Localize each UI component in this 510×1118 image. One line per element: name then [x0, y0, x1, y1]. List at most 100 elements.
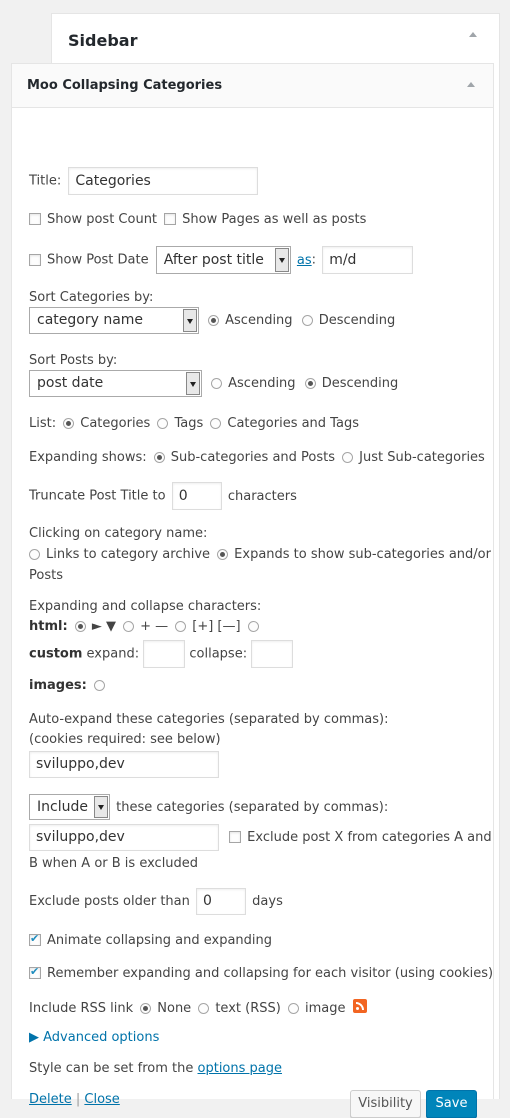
show-post-count-checkbox[interactable]	[29, 213, 41, 225]
truncate-label: Truncate Post Title to	[29, 488, 166, 504]
style-note-row: Style can be set from the options page	[29, 1061, 282, 1076]
autoexpand-note: (cookies required: see below)	[29, 732, 221, 747]
date-format-input[interactable]: m/d	[322, 246, 414, 274]
sort-posts-ascending-radio[interactable]	[211, 378, 223, 389]
show-post-date-checkbox[interactable]	[29, 253, 41, 266]
remember-checkbox[interactable]	[29, 965, 41, 979]
exclude-older-label: Exclude posts older than	[29, 894, 190, 909]
sidebar-header[interactable]: Sidebar	[52, 14, 499, 64]
chars-triangles-label: ► ▼	[91, 619, 116, 634]
sort-categories-row: category name Ascending Descending	[29, 307, 395, 334]
remember-label: Remember expanding and collapsing for ea…	[47, 966, 494, 981]
sort-posts-descending-radio[interactable]	[304, 378, 316, 389]
include-row: Include these categories (separated by c…	[29, 794, 388, 820]
collapse-arrow-icon[interactable]	[469, 32, 477, 37]
sort-posts-row: post date Ascending Descending	[29, 370, 398, 397]
list-both-radio[interactable]	[210, 418, 222, 429]
remember-row: Remember expanding and collapsing for ea…	[29, 965, 494, 981]
ascending-label: Ascending	[225, 313, 293, 328]
rss-none-label: None	[157, 1001, 192, 1016]
include-label: these categories (separated by commas):	[116, 799, 389, 815]
characters-label: characters	[227, 488, 297, 504]
post-date-position-value: After post title	[163, 252, 264, 268]
widget-toggle-arrow-icon[interactable]	[467, 82, 475, 87]
ascending-label: Ascending	[228, 376, 296, 391]
sort-posts-select[interactable]: post date	[29, 370, 202, 397]
images-row: images:	[29, 678, 111, 693]
clicking-links-radio[interactable]	[29, 549, 40, 560]
clicking-options-row: Links to category archive Expands to sho…	[29, 547, 491, 562]
descending-label: Descending	[318, 313, 396, 328]
chars-images-radio[interactable]	[93, 680, 105, 691]
animate-row: Animate collapsing and expanding	[29, 932, 272, 948]
rss-image-radio[interactable]	[287, 1003, 299, 1014]
rss-row: Include RSS link None text (RSS) image	[29, 999, 367, 1016]
title-input[interactable]: Categories	[68, 167, 259, 195]
list-row: List: Categories Tags Categories and Tag…	[29, 416, 359, 431]
post-count-row: Show post Count Show Pages as well as po…	[29, 212, 366, 227]
clicking-expands-radio[interactable]	[217, 549, 229, 560]
chars-custom-radio[interactable]	[247, 621, 259, 632]
list-label: List:	[29, 416, 57, 431]
chars-plusminus-radio[interactable]	[123, 621, 135, 632]
visibility-button[interactable]: Visibility	[350, 1090, 421, 1118]
exclude-older-input[interactable]: 0	[196, 888, 247, 915]
custom-expand-input[interactable]	[143, 640, 186, 668]
advanced-options-label[interactable]: ▶ Advanced options	[29, 1030, 159, 1045]
rss-label: Include RSS link	[29, 1001, 134, 1016]
dropdown-arrow-icon	[186, 372, 200, 395]
delete-link[interactable]: Delete	[29, 1092, 72, 1107]
show-post-count-label: Show post Count	[47, 212, 158, 227]
expanding-sub-and-posts-label: Sub-categories and Posts	[170, 450, 336, 465]
html-label: html:	[29, 619, 68, 634]
as-colon: :	[311, 252, 317, 268]
save-button[interactable]: Save	[426, 1090, 477, 1118]
custom-collapse-input[interactable]	[251, 640, 294, 668]
autoexpand-input[interactable]: sviluppo,dev	[29, 751, 219, 778]
title-label: Title:	[29, 173, 62, 189]
exclude-post-label: Exclude post X from categories A and	[247, 830, 492, 845]
expand-label: expand:	[86, 646, 140, 662]
widget-header[interactable]: Moo Collapsing Categories	[12, 64, 493, 108]
exclude-post-checkbox[interactable]	[229, 831, 242, 843]
show-pages-label: Show Pages as well as posts	[182, 212, 367, 227]
include-select[interactable]: Include	[29, 794, 110, 820]
chars-plusminus-label: + —	[140, 619, 169, 634]
include-categories-input[interactable]: sviluppo,dev	[29, 824, 219, 851]
list-categories-radio[interactable]	[63, 418, 75, 429]
chars-brackets-radio[interactable]	[175, 621, 187, 632]
clicking-links-label: Links to category archive	[46, 547, 211, 562]
images-label: images:	[29, 678, 87, 693]
sort-categories-descending-radio[interactable]	[301, 315, 313, 326]
list-tags-radio[interactable]	[157, 418, 169, 429]
show-pages-checkbox[interactable]	[164, 213, 177, 225]
expanding-just-sub-radio[interactable]	[342, 452, 354, 463]
options-page-link[interactable]: options page	[198, 1061, 282, 1076]
days-label: days	[252, 894, 283, 909]
animate-checkbox[interactable]	[29, 932, 41, 946]
show-post-date-label: Show Post Date	[47, 252, 149, 268]
sort-categories-ascending-radio[interactable]	[208, 315, 220, 326]
truncate-input[interactable]: 0	[171, 482, 222, 510]
widget-title: Moo Collapsing Categories	[27, 78, 223, 93]
advanced-options-toggle[interactable]: ▶ Advanced options	[29, 1030, 159, 1045]
rss-none-radio[interactable]	[140, 1003, 152, 1014]
rss-text-radio[interactable]	[198, 1003, 210, 1014]
close-link[interactable]: Close	[84, 1092, 119, 1107]
autoexpand-label: Auto-expand these categories (separated …	[29, 712, 389, 727]
rss-image-label: image	[304, 1001, 346, 1016]
custom-chars-row: custom expand: collapse:	[29, 640, 294, 668]
sort-categories-select[interactable]: category name	[29, 307, 199, 334]
expanding-sub-and-posts-radio[interactable]	[153, 452, 165, 463]
widget-moo-collapsing-categories: Moo Collapsing Categories Title: Categor…	[11, 63, 494, 1118]
style-note: Style can be set from the	[29, 1061, 194, 1076]
post-date-row: Show Post Date After post title as: m/d	[29, 246, 414, 274]
expanding-shows-label: Expanding shows:	[29, 450, 147, 465]
include-categories-row: sviluppo,dev Exclude post X from categor…	[29, 824, 492, 851]
truncate-row: Truncate Post Title to 0 characters	[29, 482, 297, 510]
post-date-position-select[interactable]: After post title	[155, 246, 291, 274]
expanding-just-sub-label: Just Sub-categories	[359, 450, 485, 465]
widget-control-actions: Delete | Close	[29, 1092, 120, 1107]
as-link[interactable]: as	[297, 253, 312, 268]
chars-triangles-radio[interactable]	[74, 621, 86, 632]
